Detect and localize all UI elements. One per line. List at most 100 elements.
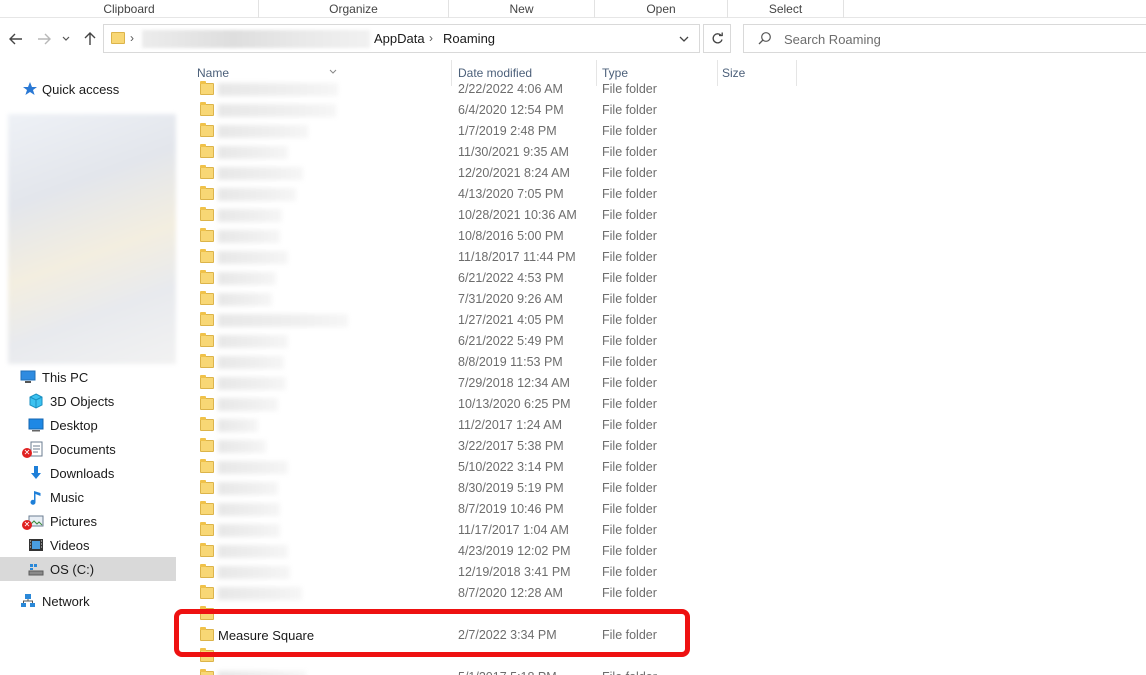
file-type: File folder bbox=[602, 565, 657, 579]
file-type: File folder bbox=[602, 250, 657, 264]
redacted-file-name bbox=[218, 293, 272, 306]
downloads-arrow-icon bbox=[31, 466, 41, 479]
file-type: File folder bbox=[602, 208, 657, 222]
folder-icon bbox=[200, 543, 214, 557]
column-header-name-label: Name bbox=[197, 66, 230, 80]
file-row-measure-square[interactable]: Measure Square 2/7/2022 3:34 PM File folde… bbox=[180, 625, 1146, 646]
table-row[interactable]: 3/22/2017 5:38 PM File folder bbox=[180, 436, 1146, 457]
file-date-modified: 10/13/2020 6:25 PM bbox=[458, 397, 571, 411]
nav-this-pc[interactable]: This PC bbox=[0, 365, 176, 389]
table-row[interactable]: 8/8/2019 11:53 PM File folder bbox=[180, 352, 1146, 373]
file-type: File folder bbox=[602, 229, 657, 243]
nav-item-music[interactable]: Music bbox=[0, 485, 176, 509]
folder-icon bbox=[200, 501, 214, 515]
folder-icon bbox=[200, 102, 214, 116]
folder-icon bbox=[200, 333, 214, 347]
table-row[interactable] bbox=[180, 646, 1146, 667]
back-button[interactable] bbox=[6, 28, 26, 50]
file-date-modified: 11/30/2021 9:35 AM bbox=[458, 145, 569, 159]
forward-button[interactable] bbox=[34, 28, 54, 50]
file-date-modified: 8/8/2019 11:53 PM bbox=[458, 355, 563, 369]
file-type: File folder bbox=[602, 145, 657, 159]
nav-item-os-c[interactable]: OS (C:) bbox=[0, 557, 176, 581]
redacted-path bbox=[142, 30, 370, 48]
table-row[interactable]: 1/27/2021 4:05 PM File folder bbox=[180, 310, 1146, 331]
search-input[interactable] bbox=[784, 29, 1124, 49]
nav-item-pictures[interactable]: ✕ Pictures bbox=[0, 509, 176, 533]
folder-icon bbox=[200, 207, 214, 221]
nav-this-pc-label: This PC bbox=[42, 369, 89, 385]
table-row[interactable] bbox=[180, 604, 1146, 625]
table-row[interactable]: 8/30/2019 5:19 PM File folder bbox=[180, 478, 1146, 499]
breadcrumb-roaming[interactable]: Roaming bbox=[443, 31, 495, 46]
nav-item-videos[interactable]: Videos bbox=[0, 533, 176, 557]
file-type: File folder bbox=[602, 418, 657, 432]
table-row[interactable]: 10/28/2021 10:36 AM File folder bbox=[180, 205, 1146, 226]
folder-icon bbox=[200, 375, 214, 389]
nav-network[interactable]: Network bbox=[0, 589, 176, 613]
table-row[interactable]: 4/13/2020 7:05 PM File folder bbox=[180, 184, 1146, 205]
table-row[interactable]: 4/23/2019 12:02 PM File folder bbox=[180, 541, 1146, 562]
folder-icon bbox=[200, 585, 214, 599]
nav-network-label: Network bbox=[42, 593, 90, 609]
nav-quick-access[interactable]: Quick access bbox=[0, 77, 176, 101]
file-date-modified: 4/23/2019 12:02 PM bbox=[458, 544, 571, 558]
table-row[interactable]: 11/18/2017 11:44 PM File folder bbox=[180, 247, 1146, 268]
folder-icon bbox=[200, 564, 214, 578]
folder-icon bbox=[200, 81, 214, 95]
table-row[interactable]: 6/4/2020 12:54 PM File folder bbox=[180, 100, 1146, 121]
redacted-file-name bbox=[218, 146, 288, 159]
breadcrumb-appdata[interactable]: AppData bbox=[374, 31, 425, 46]
folder-icon bbox=[200, 354, 214, 368]
up-button[interactable] bbox=[80, 28, 100, 50]
table-row[interactable]: 10/13/2020 6:25 PM File folder bbox=[180, 394, 1146, 415]
table-row[interactable]: 11/17/2017 1:04 AM File folder bbox=[180, 520, 1146, 541]
table-row[interactable]: 11/2/2017 1:24 AM File folder bbox=[180, 415, 1146, 436]
table-row[interactable]: 1/7/2019 2:48 PM File folder bbox=[180, 121, 1146, 142]
file-type: File folder bbox=[602, 376, 657, 390]
table-row[interactable]: 10/8/2016 5:00 PM File folder bbox=[180, 226, 1146, 247]
file-date-modified: 11/17/2017 1:04 AM bbox=[458, 523, 569, 537]
redacted-file-name bbox=[218, 377, 286, 390]
folder-icon bbox=[200, 291, 214, 305]
file-date-modified: 10/8/2016 5:00 PM bbox=[458, 229, 564, 243]
table-row[interactable]: 5/10/2022 3:14 PM File folder bbox=[180, 457, 1146, 478]
desktop-icon bbox=[28, 418, 44, 432]
file-date-modified: 6/4/2020 12:54 PM bbox=[458, 103, 564, 117]
file-date-modified: 1/7/2019 2:48 PM bbox=[458, 124, 557, 138]
address-bar[interactable]: › AppData › Roaming bbox=[103, 24, 700, 53]
table-row[interactable]: 8/7/2020 12:28 AM File folder bbox=[180, 583, 1146, 604]
file-date-modified: 4/13/2020 7:05 PM bbox=[458, 187, 564, 201]
recent-locations-button[interactable] bbox=[59, 28, 73, 50]
table-row[interactable]: 8/7/2019 10:46 PM File folder bbox=[180, 499, 1146, 520]
nav-item-downloads[interactable]: Downloads bbox=[0, 461, 176, 485]
nav-item-3d-objects[interactable]: 3D Objects bbox=[0, 389, 176, 413]
address-dropdown-button[interactable] bbox=[679, 30, 689, 46]
nav-item-label: Downloads bbox=[50, 465, 115, 481]
nav-item-desktop[interactable]: Desktop bbox=[0, 413, 176, 437]
breadcrumb-separator-icon: › bbox=[130, 31, 134, 45]
table-row[interactable]: 6/21/2022 5:49 PM File folder bbox=[180, 331, 1146, 352]
redacted-file-name bbox=[218, 398, 278, 411]
table-row[interactable]: 2/22/2022 4:06 AM File folder bbox=[180, 79, 1146, 100]
table-row[interactable]: 12/20/2021 8:24 AM File folder bbox=[180, 163, 1146, 184]
table-row[interactable]: 12/19/2018 3:41 PM File folder bbox=[180, 562, 1146, 583]
nav-item-documents[interactable]: ✕ Documents bbox=[0, 437, 176, 461]
table-row[interactable]: 11/30/2021 9:35 AM File folder bbox=[180, 142, 1146, 163]
file-date-modified: 2/7/2022 3:34 PM bbox=[458, 628, 557, 642]
file-type: File folder bbox=[602, 439, 657, 453]
file-type: File folder bbox=[602, 397, 657, 411]
table-row[interactable]: 7/31/2020 9:26 AM File folder bbox=[180, 289, 1146, 310]
redacted-file-name bbox=[218, 251, 288, 264]
file-date-modified: 8/30/2019 5:19 PM bbox=[458, 481, 564, 495]
back-arrow-icon bbox=[9, 33, 22, 45]
redacted-file-name bbox=[218, 209, 282, 222]
chevron-down-icon bbox=[679, 36, 689, 42]
table-row[interactable]: 5/1/2017 5:18 PM File folder bbox=[180, 667, 1146, 675]
table-row[interactable]: 6/21/2022 4:53 PM File folder bbox=[180, 268, 1146, 289]
error-badge-icon: ✕ bbox=[22, 448, 32, 458]
refresh-button[interactable] bbox=[703, 24, 731, 53]
redacted-file-name bbox=[218, 230, 280, 243]
search-box[interactable] bbox=[743, 24, 1146, 53]
table-row[interactable]: 7/29/2018 12:34 AM File folder bbox=[180, 373, 1146, 394]
